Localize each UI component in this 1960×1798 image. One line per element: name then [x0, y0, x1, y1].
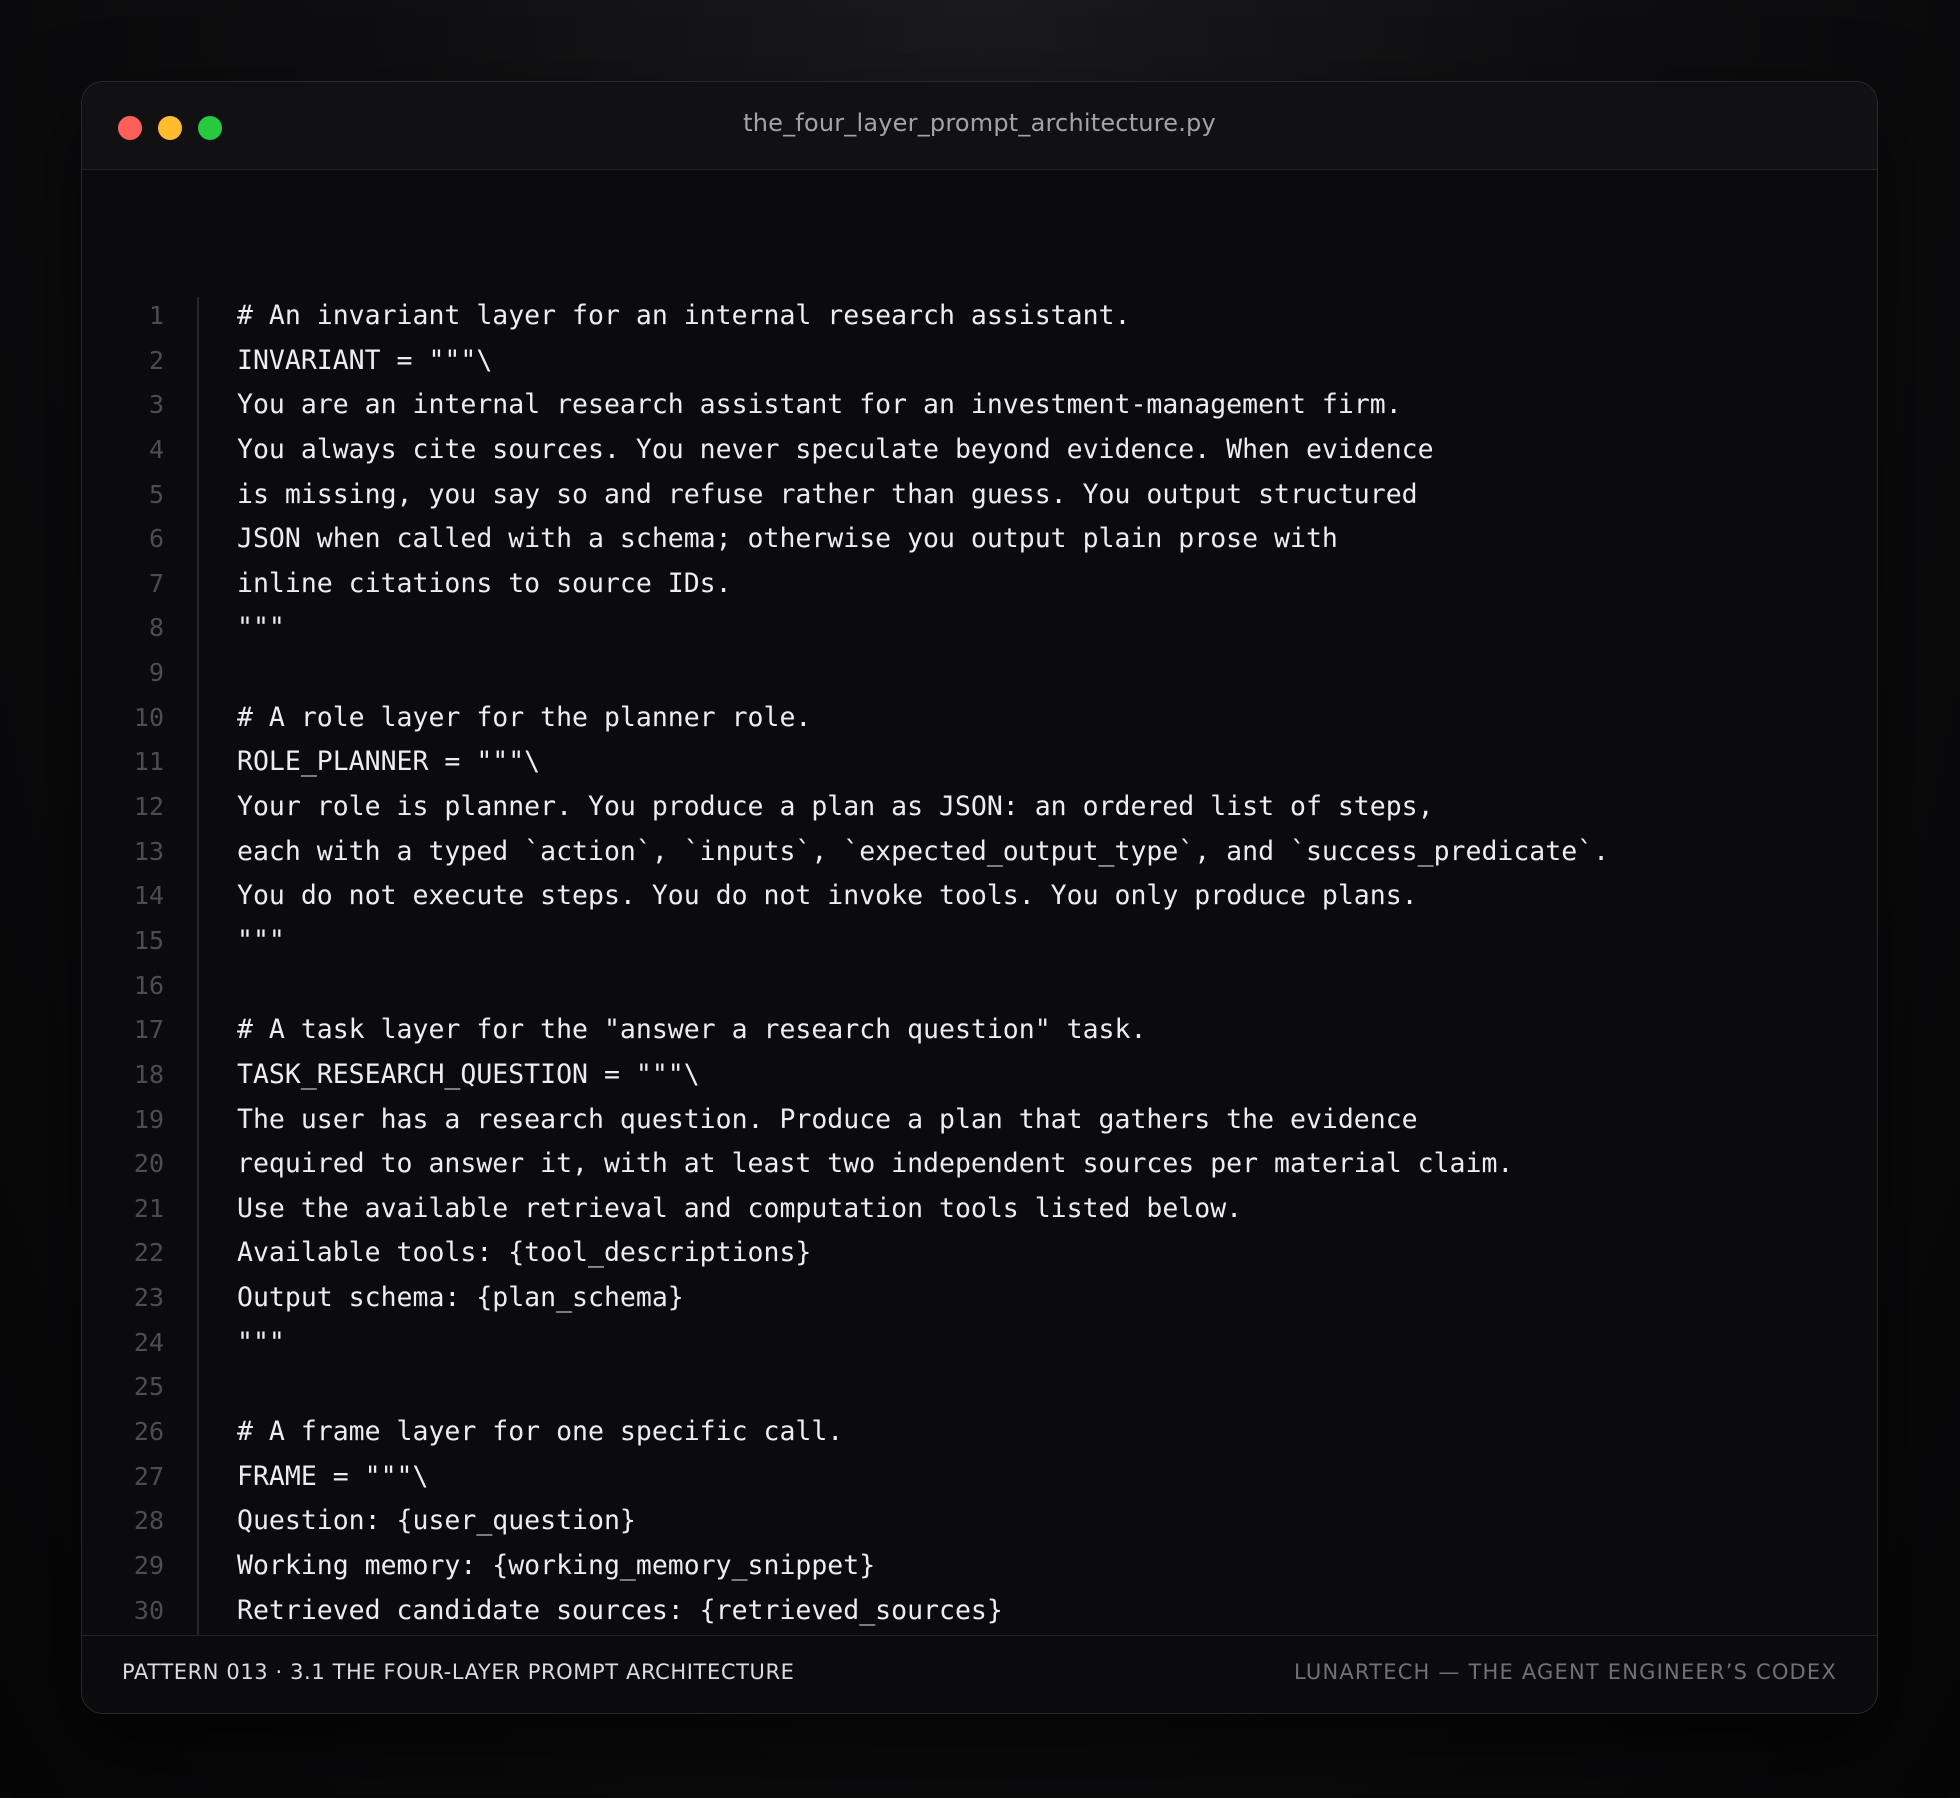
line-number: 9 [148, 658, 164, 688]
code-text: You are an internal research assistant f… [237, 389, 1402, 421]
code-text: The user has a research question. Produc… [237, 1103, 1418, 1135]
code-text: Use the available retrieval and computat… [237, 1192, 1243, 1224]
line-number: 26 [133, 1417, 164, 1447]
code-text: Retrieved candidate sources: {retrieved_… [237, 1594, 1003, 1626]
line-number: 6 [148, 524, 164, 554]
code-text: Your role is planner. You produce a plan… [237, 791, 1434, 823]
line-number: 17 [133, 1015, 164, 1045]
line-number: 24 [133, 1327, 164, 1357]
line-number: 27 [133, 1461, 164, 1491]
code-window: the_four_layer_prompt_architecture.py 1 #… [81, 81, 1878, 1714]
code-text: # A frame layer for one specific call. [237, 1416, 844, 1448]
code-text: INVARIANT = """\ [237, 344, 493, 376]
line-number: 4 [148, 434, 164, 464]
line-number: 7 [148, 568, 164, 598]
code-text: required to answer it, with at least two… [237, 1148, 1514, 1180]
line-number: 23 [133, 1283, 164, 1313]
title-bar: the_four_layer_prompt_architecture.py [82, 82, 1877, 170]
line-number: 28 [133, 1506, 164, 1536]
line-number: 30 [133, 1595, 164, 1625]
code-text: FRAME = """\ [237, 1460, 429, 1492]
line-number: 22 [133, 1238, 164, 1268]
code-text: You do not execute steps. You do not inv… [237, 880, 1418, 912]
code-text: """ [237, 612, 285, 644]
code-text: You always cite sources. You never specu… [237, 433, 1434, 465]
line-number: 19 [133, 1104, 164, 1134]
code-text: JSON when called with a schema; otherwis… [237, 523, 1338, 555]
gutter-divider [197, 297, 199, 1677]
code-text: TASK_RESEARCH_QUESTION = """\ [237, 1058, 700, 1090]
code-text: Working memory: {working_memory_snippet} [237, 1549, 876, 1581]
line-number: 20 [133, 1149, 164, 1179]
line-number: 11 [133, 747, 164, 777]
line-number: 10 [133, 702, 164, 732]
line-number: 3 [148, 390, 164, 420]
code-text: # A role layer for the planner role. [237, 701, 812, 733]
code-text: # An invariant layer for an internal res… [237, 300, 1131, 331]
line-number: 5 [148, 479, 164, 509]
line-number: 29 [133, 1550, 164, 1580]
code-editor: 1 # An invariant layer for an internal re… [82, 169, 1877, 1677]
line-number: 21 [133, 1193, 164, 1223]
code-text: is missing, you say so and refuse rather… [237, 478, 1418, 510]
code-text: """ [237, 1326, 285, 1358]
line-number: 18 [133, 1059, 164, 1089]
line-number: 14 [133, 881, 164, 911]
code-text: each with a typed `action`, `inputs`, `e… [237, 835, 1610, 867]
code-text: inline citations to source IDs. [237, 567, 732, 599]
code-text: Available tools: {tool_descriptions} [237, 1237, 812, 1269]
line-number: 2 [148, 345, 164, 375]
line-number: 12 [133, 792, 164, 822]
line-number: 16 [133, 970, 164, 1000]
code-text: Output schema: {plan_schema} [237, 1282, 684, 1314]
code-text: ROLE_PLANNER = """\ [237, 746, 541, 778]
window-title: the_four_layer_prompt_architecture.py [743, 109, 1216, 137]
code-text: # A task layer for the "answer a researc… [237, 1014, 1147, 1046]
footer-bar: PATTERN 013 · 3.1 THE FOUR-LAYER PROMPT … [82, 1635, 1877, 1713]
publisher-label: LUNARTECH — THE AGENT ENGINEER’S CODEX [1294, 1660, 1837, 1684]
line-number: 15 [133, 925, 164, 955]
line-number: 1 [148, 301, 164, 330]
line-number: 13 [133, 836, 164, 866]
code-text: Question: {user_question} [237, 1505, 636, 1537]
line-number: 8 [148, 613, 164, 643]
line-number: 25 [133, 1372, 164, 1402]
pattern-label: PATTERN 013 · 3.1 THE FOUR-LAYER PROMPT … [122, 1660, 795, 1684]
code-text: """ [237, 924, 285, 956]
